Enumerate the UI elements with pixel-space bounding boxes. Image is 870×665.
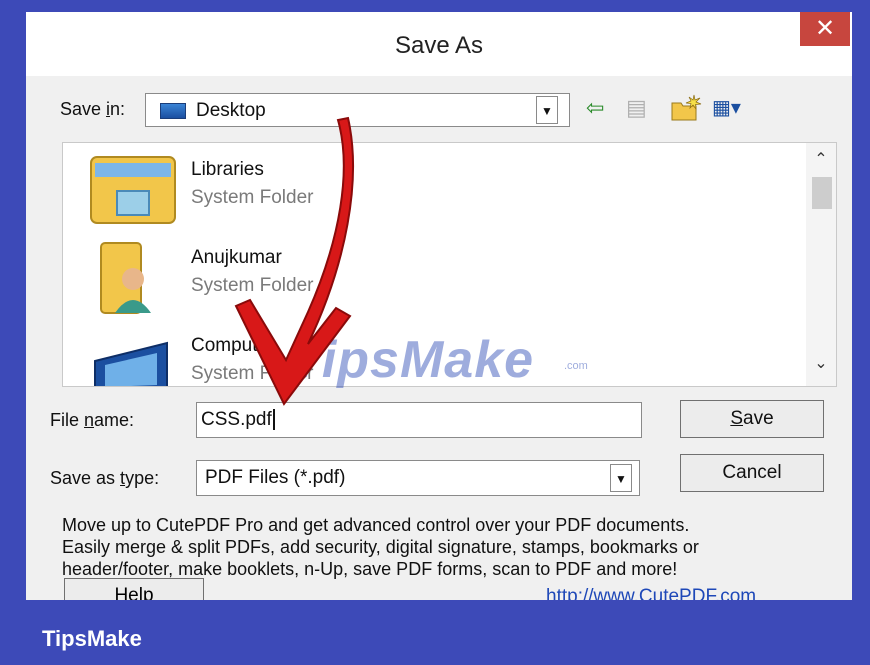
footer-brand: TipsMake <box>42 626 142 651</box>
red-arrow-annotation <box>234 116 354 406</box>
